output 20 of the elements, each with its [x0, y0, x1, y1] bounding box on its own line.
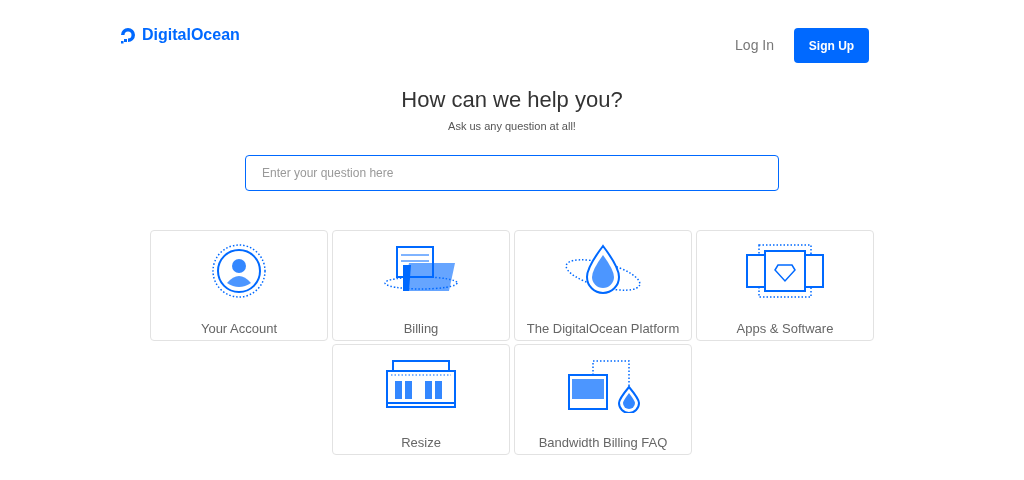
login-link[interactable]: Log In: [735, 35, 774, 56]
category-card[interactable]: Resize: [332, 343, 510, 455]
category-label: Apps & Software: [736, 319, 834, 338]
gem-window-icon: [745, 242, 825, 299]
category-label: Resize: [401, 433, 441, 452]
signup-button[interactable]: Sign Up: [794, 28, 869, 63]
category-label: Billing: [403, 319, 439, 338]
category-label: Bandwidth Billing FAQ: [538, 433, 668, 452]
search-field[interactable]: Enter your question here: [245, 154, 779, 191]
page-subtitle: Ask us any question at all!: [448, 119, 576, 134]
logo-icon: [118, 25, 138, 45]
page-heading: How can we help you?: [401, 86, 623, 114]
category-card[interactable]: Bandwidth Billing FAQ: [514, 343, 692, 455]
category-label: The DigitalOcean Platform: [526, 319, 680, 338]
category-label: Your Account: [200, 319, 278, 338]
category-card[interactable]: Billing: [332, 229, 510, 341]
category-card[interactable]: The DigitalOcean Platform: [514, 229, 692, 341]
logo-text: DigitalOcean: [142, 25, 240, 45]
category-card[interactable]: Your Account: [150, 229, 328, 341]
category-card[interactable]: Apps & Software: [696, 229, 874, 341]
